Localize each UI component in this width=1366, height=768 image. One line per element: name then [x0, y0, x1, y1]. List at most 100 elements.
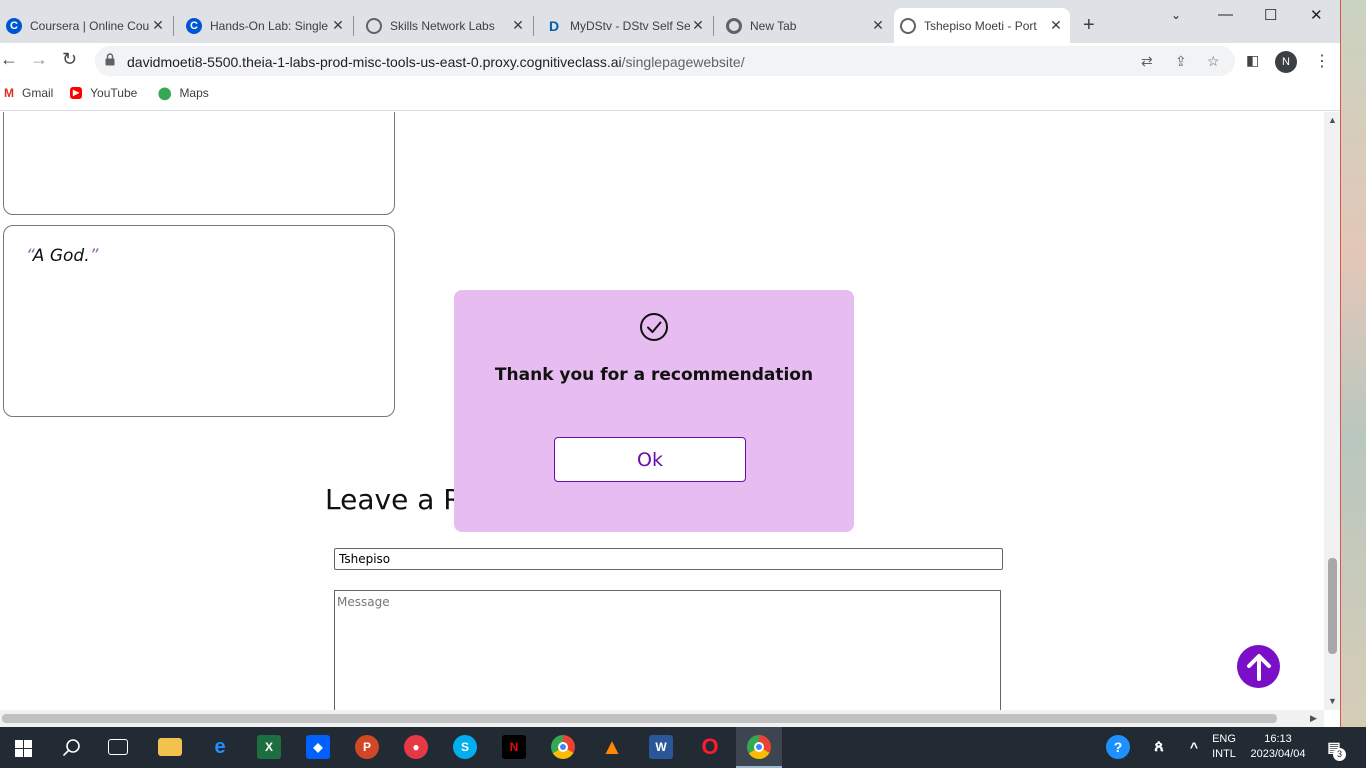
vertical-scrollbar[interactable]: ▲ ▼ [1324, 112, 1340, 710]
desktop-background [1340, 0, 1366, 727]
menu-icon[interactable]: ⋮ [1314, 51, 1330, 71]
side-panel-icon[interactable]: ◧ [1246, 52, 1259, 69]
help-icon[interactable]: ? [1106, 735, 1130, 759]
keyboard-layout: INTL [1212, 748, 1236, 760]
share-icon[interactable]: ⇪ [1175, 53, 1187, 70]
reload-button[interactable]: ↻ [62, 49, 77, 70]
task-view-icon[interactable] [108, 739, 128, 755]
scrollbar-thumb[interactable] [1328, 558, 1337, 654]
powerpoint-icon[interactable]: P [355, 735, 379, 759]
coursera-icon: C [6, 17, 22, 34]
vlc-icon[interactable]: ▲ [600, 734, 624, 759]
screen-recorder-icon[interactable]: ● [404, 735, 428, 759]
scrollbar-thumb[interactable] [2, 714, 1277, 723]
recommendation-card: “A God.” [3, 225, 395, 417]
opera-icon[interactable]: O [698, 734, 722, 759]
bookmark-gmail[interactable]: M Gmail [4, 86, 53, 100]
ok-button[interactable]: Ok [554, 437, 746, 482]
tab-title: MyDStv - DStv Self Se [570, 18, 690, 33]
url-path: /singlepagewebsite/ [621, 54, 745, 70]
tab-portfolio[interactable]: Tshepiso Moeti - Port ✕ [894, 8, 1070, 43]
bookmarks-bar: M Gmail ▶ YouTube ⬤ Maps [0, 79, 1340, 111]
chevron-up-icon[interactable]: ^ [1182, 735, 1206, 759]
window-border [1340, 0, 1341, 727]
recommendation-card [3, 112, 395, 215]
checkmark-circle-icon [640, 313, 668, 341]
maps-icon: ⬤ [158, 86, 172, 100]
tab-divider [353, 16, 354, 36]
forward-button[interactable]: → [30, 49, 48, 70]
people-icon[interactable]: ጰ [1147, 735, 1171, 759]
arrow-up-icon [1246, 653, 1271, 681]
close-icon[interactable]: ✕ [870, 17, 886, 34]
minimize-button[interactable]: — [1218, 6, 1233, 23]
tab-title: Skills Network Labs [390, 18, 495, 33]
search-icon[interactable] [62, 738, 81, 757]
tab-divider [173, 16, 174, 36]
scroll-top-button[interactable] [1237, 645, 1280, 688]
dstv-icon: D [548, 17, 560, 34]
url-text: davidmoeti8-5500.theia-1-labs-prod-misc-… [127, 54, 745, 70]
skype-icon[interactable]: S [453, 735, 477, 759]
translate-icon[interactable]: ⇄ [1141, 53, 1153, 70]
bookmark-label: Maps [179, 86, 209, 100]
tab-mydstv[interactable]: D MyDStv - DStv Self Se ✕ [540, 8, 712, 43]
globe-icon [900, 17, 916, 34]
bookmark-label: YouTube [90, 86, 138, 100]
message-field[interactable] [334, 590, 1001, 710]
recommendation-quote: “A God.” [26, 246, 98, 266]
bookmark-maps[interactable]: ⬤ Maps [158, 86, 209, 100]
chrome-icon[interactable] [551, 735, 575, 759]
section-title: Leave a R [325, 483, 463, 516]
clock-time: 16:13 [1264, 733, 1292, 745]
close-icon[interactable]: ✕ [510, 17, 526, 34]
maximize-button[interactable]: ☐ [1264, 6, 1277, 24]
bookmark-star-icon[interactable]: ☆ [1207, 53, 1220, 70]
tab-new-tab[interactable]: New Tab ✕ [720, 8, 892, 43]
close-window-button[interactable]: ✕ [1310, 6, 1323, 24]
scroll-right-arrow-icon[interactable]: ▶ [1310, 713, 1317, 724]
close-icon[interactable]: ✕ [690, 17, 706, 34]
notification-count-badge: 3 [1333, 748, 1346, 761]
clock-date: 2023/04/04 [1250, 748, 1306, 760]
close-icon[interactable]: ✕ [1048, 17, 1064, 34]
tab-hands-on-lab[interactable]: C Hands-On Lab: Single ✕ [180, 8, 352, 43]
clock[interactable]: 16:13 2023/04/04 [1244, 732, 1312, 762]
tab-strip: C Coursera | Online Cou ✕ C Hands-On Lab… [0, 0, 1340, 43]
profile-avatar[interactable]: N [1275, 51, 1297, 73]
word-icon[interactable]: W [649, 735, 673, 759]
bookmark-youtube[interactable]: ▶ YouTube [70, 86, 137, 100]
chrome-icon [726, 17, 742, 34]
url-host: davidmoeti8-5500.theia-1-labs-prod-misc-… [127, 54, 622, 70]
new-tab-button[interactable]: + [1083, 14, 1095, 37]
scroll-down-arrow-icon[interactable]: ▼ [1328, 696, 1337, 706]
horizontal-scrollbar[interactable]: ▶ [0, 710, 1324, 727]
tab-coursera[interactable]: C Coursera | Online Cou ✕ [0, 8, 172, 43]
name-field[interactable] [334, 548, 1003, 570]
dropbox-icon[interactable]: ◆ [306, 735, 330, 759]
edge-icon[interactable]: e [208, 735, 232, 759]
gmail-icon: M [4, 86, 14, 100]
chrome-profile-icon[interactable] [747, 735, 771, 759]
windows-start-icon[interactable] [15, 740, 32, 757]
close-icon[interactable]: ✕ [330, 17, 346, 34]
lock-icon [105, 53, 115, 66]
close-icon[interactable]: ✕ [150, 17, 166, 34]
tab-search-icon[interactable]: ⌄ [1171, 8, 1181, 22]
scroll-up-arrow-icon[interactable]: ▲ [1328, 115, 1337, 125]
netflix-icon[interactable]: N [502, 735, 526, 759]
language-indicator[interactable]: ENG INTL [1206, 732, 1242, 762]
recommendation-modal: Thank you for a recommendation Ok [454, 290, 854, 532]
globe-icon [366, 17, 382, 34]
file-explorer-icon[interactable] [158, 738, 182, 756]
tab-title: Tshepiso Moeti - Port [924, 18, 1037, 33]
tab-skills-network[interactable]: Skills Network Labs ✕ [360, 8, 532, 43]
coursera-icon: C [186, 17, 202, 34]
back-button[interactable]: ← [0, 49, 18, 70]
tab-title: Coursera | Online Cou [30, 18, 150, 33]
browser-toolbar: ← → ↻ davidmoeti8-5500.theia-1-labs-prod… [0, 43, 1340, 79]
excel-icon[interactable]: X [257, 735, 281, 759]
bookmark-label: Gmail [22, 86, 54, 100]
address-bar[interactable]: davidmoeti8-5500.theia-1-labs-prod-misc-… [95, 46, 1235, 76]
youtube-icon: ▶ [70, 87, 83, 99]
